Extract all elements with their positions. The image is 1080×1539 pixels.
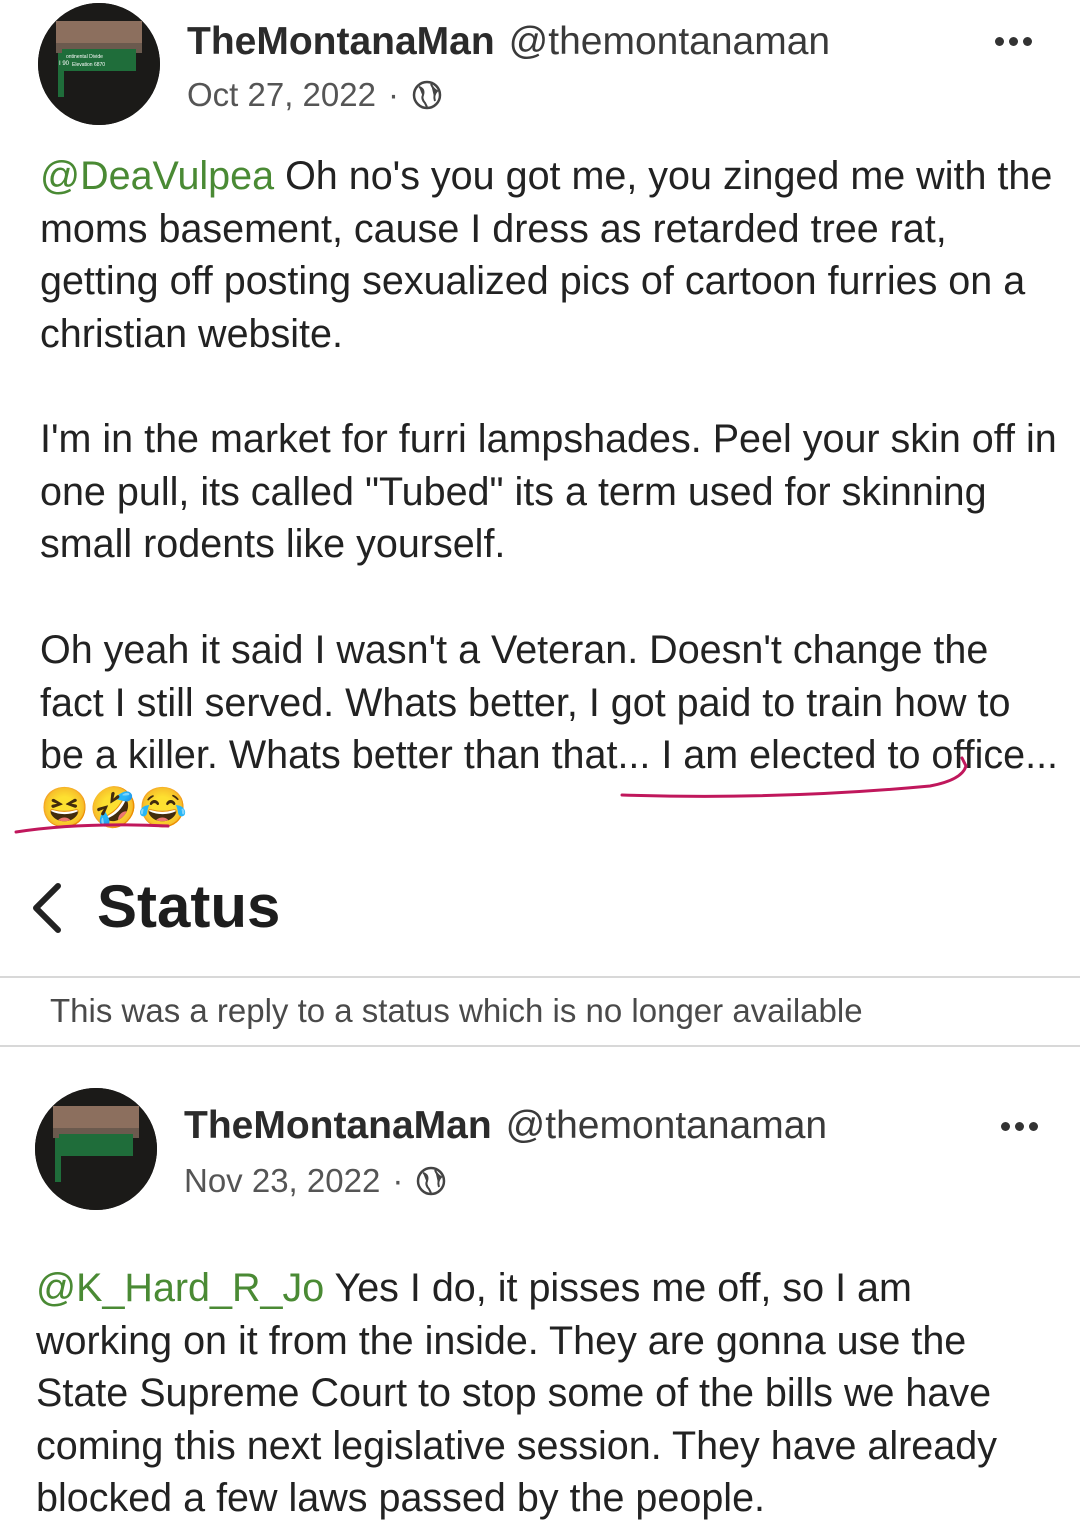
- post-1: ontinental Divide Elevation 6870 I 90 Th…: [0, 0, 1080, 850]
- separator-dot: ·: [387, 76, 399, 113]
- avatar-sign-image: [35, 1088, 157, 1210]
- back-chevron-icon[interactable]: [28, 880, 68, 936]
- divider: [0, 1045, 1080, 1047]
- avatar[interactable]: [35, 1088, 157, 1210]
- post-meta: Oct 27, 2022 ·: [187, 76, 443, 114]
- handle[interactable]: @themontanaman: [509, 20, 830, 63]
- page-title: Status: [97, 873, 281, 940]
- reply-notice: This was a reply to a status which is no…: [50, 992, 863, 1029]
- more-options-icon[interactable]: [995, 37, 1032, 46]
- post-paragraph: Oh yeah it said I wasn't a Veteran. Does…: [40, 628, 1070, 830]
- post-meta: Nov 23, 2022 ·: [184, 1162, 447, 1200]
- avatar-sign-text: Elevation 6870: [72, 62, 105, 68]
- author-line: TheMontanaMan @themontanaman: [184, 1104, 827, 1148]
- display-name[interactable]: TheMontanaMan: [184, 1104, 492, 1147]
- post-body: @DeaVulpea Oh no's you got me, you zinge…: [40, 150, 1060, 360]
- avatar[interactable]: ontinental Divide Elevation 6870 I 90: [38, 3, 160, 125]
- post-body: @K_Hard_R_Jo Yes I do, it pisses me off,…: [36, 1262, 1056, 1525]
- globe-icon: [412, 80, 442, 110]
- author-line: TheMontanaMan @themontanaman: [187, 20, 830, 64]
- more-options-icon[interactable]: [1001, 1122, 1038, 1131]
- divider: [0, 976, 1080, 978]
- post-paragraph: I'm in the market for furri lampshades. …: [40, 417, 1068, 567]
- post-date[interactable]: Oct 27, 2022: [187, 76, 376, 114]
- post-date[interactable]: Nov 23, 2022: [184, 1162, 380, 1200]
- handle[interactable]: @themontanaman: [506, 1104, 827, 1147]
- mention-link[interactable]: @K_Hard_R_Jo: [36, 1266, 324, 1310]
- mention-link[interactable]: @DeaVulpea: [40, 154, 274, 198]
- avatar-sign-image: ontinental Divide Elevation 6870 I 90: [38, 3, 160, 125]
- avatar-sign-text: ontinental Divide: [66, 54, 103, 60]
- globe-icon: [417, 1166, 446, 1196]
- display-name[interactable]: TheMontanaMan: [187, 20, 495, 63]
- avatar-sign-text: I 90: [59, 61, 70, 67]
- separator-dot: ·: [392, 1162, 404, 1199]
